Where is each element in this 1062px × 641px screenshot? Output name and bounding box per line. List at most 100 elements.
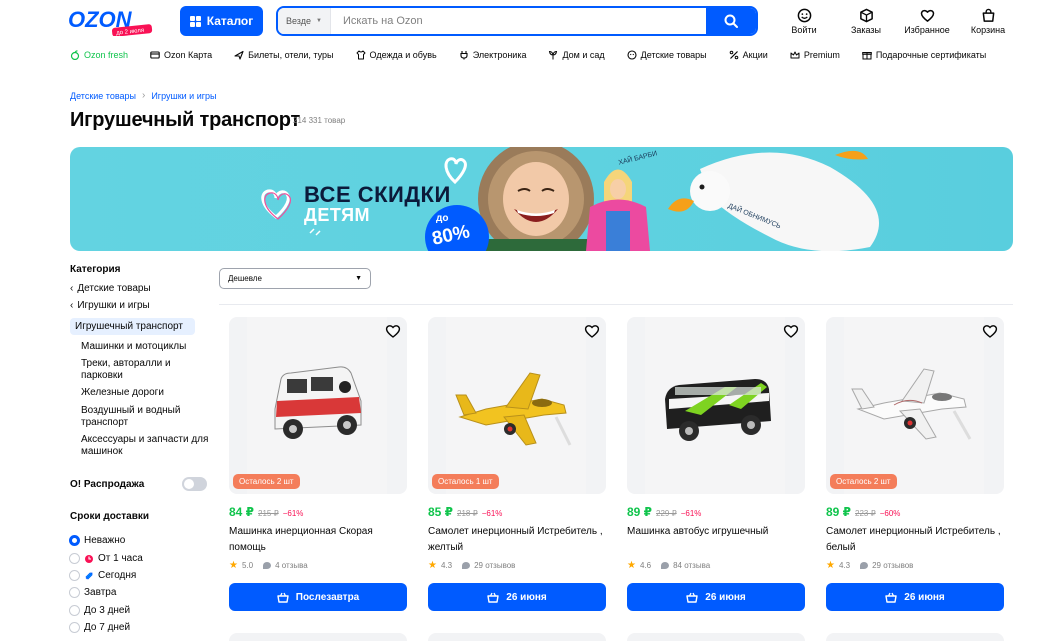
- product-card[interactable]: Осталось 2 шт 89 ₽ 223 ₽ −60% Самолет ин…: [826, 317, 1004, 611]
- product-name[interactable]: Машинка автобус игрушечный: [627, 524, 805, 556]
- discount: −61%: [481, 509, 503, 518]
- add-to-cart-button[interactable]: 26 июня: [826, 583, 1004, 611]
- favorite-heart-icon[interactable]: [982, 323, 998, 339]
- rating-row: ★ 4.3 29 отзывов: [826, 560, 914, 571]
- radio[interactable]: [69, 587, 80, 598]
- banner-artwork: [261, 147, 879, 251]
- product-card[interactable]: Осталось 1 шт 85 ₽ 218 ₽ −61% Самолет ин…: [428, 317, 606, 611]
- category-link[interactable]: Железные дороги: [81, 387, 221, 399]
- delivery-option[interactable]: Сегодня: [69, 570, 136, 581]
- product-name[interactable]: Самолет инерционный Истребитель , белый: [826, 524, 1004, 556]
- product-name[interactable]: Машинка инерционная Скорая помощь: [229, 524, 407, 556]
- sale-toggle[interactable]: [182, 477, 207, 491]
- clock-icon: [85, 554, 93, 563]
- chevron-left-icon: ‹: [70, 300, 74, 311]
- nav-item-ozon-fresh[interactable]: Ozon fresh: [70, 50, 128, 60]
- nav-item-tickets[interactable]: Билеты, отели, туры: [234, 50, 334, 60]
- nav-item-clothes[interactable]: Одежда и обувь: [356, 50, 437, 60]
- star-icon: ★: [229, 560, 238, 571]
- product-image[interactable]: Осталось 2 шт: [826, 317, 1004, 494]
- product-name[interactable]: Самолет инерционный Истребитель , желтый: [428, 524, 606, 556]
- product-card[interactable]: 89 ₽ 229 ₽ −61% Машинка автобус игрушечн…: [627, 317, 805, 611]
- product-image[interactable]: Осталось 2 шт: [229, 317, 407, 494]
- breadcrumb-link[interactable]: Игрушки и игры: [151, 91, 216, 101]
- yellow-jet-toy-image: [446, 317, 586, 494]
- radio[interactable]: [69, 605, 80, 616]
- comment-icon: [661, 562, 670, 569]
- category-back-link[interactable]: ‹ Детские товары: [70, 283, 151, 294]
- nav-item-kids[interactable]: Детские товары: [627, 50, 707, 60]
- nav-item-premium[interactable]: Premium: [790, 50, 840, 60]
- promo-banner[interactable]: ВСЕ СКИДКИ ДЕТЯМ до 80% ХАЙ БАРБИ ДАЙ ОБ…: [70, 147, 1013, 251]
- price-row: 89 ₽ 229 ₽ −61%: [627, 505, 805, 519]
- favorite-heart-icon[interactable]: [385, 323, 401, 339]
- delivery-option[interactable]: До 3 дней: [69, 605, 130, 616]
- star-icon: ★: [826, 560, 835, 571]
- price: 84 ₽: [229, 505, 255, 519]
- delivery-option[interactable]: До 7 дней: [69, 622, 130, 633]
- old-price: 218 ₽: [457, 509, 478, 518]
- box-icon: [859, 8, 873, 23]
- header: OZON до 2 июля Каталог Везде▼ Войти Зака…: [0, 0, 1062, 42]
- nav-item-ozon-card[interactable]: Ozon Карта: [150, 50, 212, 60]
- delivery-option[interactable]: От 1 часа: [69, 553, 143, 564]
- stock-badge: Осталось 2 шт: [830, 474, 897, 489]
- breadcrumb-link[interactable]: Детские товары: [70, 91, 136, 101]
- product-card[interactable]: [627, 633, 805, 641]
- page-title: Игрушечный транспорт: [70, 109, 301, 131]
- old-price: 229 ₽: [656, 509, 677, 518]
- radio-selected[interactable]: [69, 535, 80, 546]
- add-to-cart-button[interactable]: 26 июня: [627, 583, 805, 611]
- add-to-cart-button[interactable]: Послезавтра: [229, 583, 407, 611]
- favorite-heart-icon[interactable]: [584, 323, 600, 339]
- chevron-left-icon: ‹: [70, 283, 74, 294]
- product-image[interactable]: Осталось 1 шт: [428, 317, 606, 494]
- category-back-link[interactable]: ‹ Игрушки и игры: [70, 300, 150, 311]
- category-link[interactable]: Воздушный и водный транспорт: [81, 405, 199, 429]
- product-card[interactable]: [428, 633, 606, 641]
- search-input[interactable]: [330, 8, 706, 34]
- product-card[interactable]: Осталось 2 шт 84 ₽ 215 ₽ −61% Машинка ин…: [229, 317, 407, 611]
- category-link[interactable]: Машинки и мотоциклы: [81, 341, 221, 353]
- catalog-button[interactable]: Каталог: [180, 6, 263, 36]
- radio[interactable]: [69, 553, 80, 564]
- nav-item-gift-cards[interactable]: Подарочные сертификаты: [862, 50, 986, 60]
- login-button[interactable]: Войти: [778, 8, 830, 35]
- chevron-down-icon: ▼: [355, 275, 362, 282]
- nav-item-promo[interactable]: Акции: [729, 50, 768, 60]
- favorites-button[interactable]: Избранное: [901, 8, 953, 35]
- product-card[interactable]: [229, 633, 407, 641]
- category-link[interactable]: Аксессуары и запчасти для машинок: [81, 434, 221, 458]
- category-link[interactable]: Треки, авторалли и парковки: [81, 358, 191, 382]
- ozon-logo[interactable]: OZON до 2 июля: [68, 6, 154, 36]
- delivery-option[interactable]: Неважно: [69, 535, 125, 546]
- cart-button[interactable]: Корзина: [962, 8, 1014, 35]
- basket-icon: [885, 592, 897, 603]
- nav-item-electronics[interactable]: Электроника: [459, 50, 526, 60]
- catalog-label: Каталог: [206, 14, 254, 28]
- sort-select[interactable]: Дешевле ▼: [219, 268, 371, 289]
- white-jet-toy-image: [844, 317, 984, 494]
- discount: −61%: [282, 509, 304, 518]
- search-button[interactable]: [706, 8, 756, 34]
- price: 85 ₽: [428, 505, 454, 519]
- radio[interactable]: [69, 622, 80, 633]
- stock-badge: Осталось 1 шт: [432, 474, 499, 489]
- divider: [219, 304, 1013, 305]
- price: 89 ₽: [826, 505, 852, 519]
- add-to-cart-button[interactable]: 26 июня: [428, 583, 606, 611]
- search-scope-select[interactable]: Везде ▼: [278, 8, 331, 34]
- sale-filter: О! Распродажа: [70, 477, 207, 491]
- nav-item-home[interactable]: Дом и сад: [548, 50, 605, 60]
- favorite-heart-icon[interactable]: [783, 323, 799, 339]
- orders-button[interactable]: Заказы: [840, 8, 892, 35]
- product-card[interactable]: [826, 633, 1004, 641]
- radio[interactable]: [69, 570, 80, 581]
- category-heading: Категория: [70, 264, 121, 275]
- delivery-option[interactable]: Завтра: [69, 587, 116, 598]
- plant-icon: [549, 50, 558, 60]
- category-active[interactable]: Игрушечный транспорт: [70, 318, 195, 335]
- rating-row: ★ 4.3 29 отзывов: [428, 560, 516, 571]
- product-image[interactable]: [627, 317, 805, 494]
- plug-icon: [460, 51, 468, 60]
